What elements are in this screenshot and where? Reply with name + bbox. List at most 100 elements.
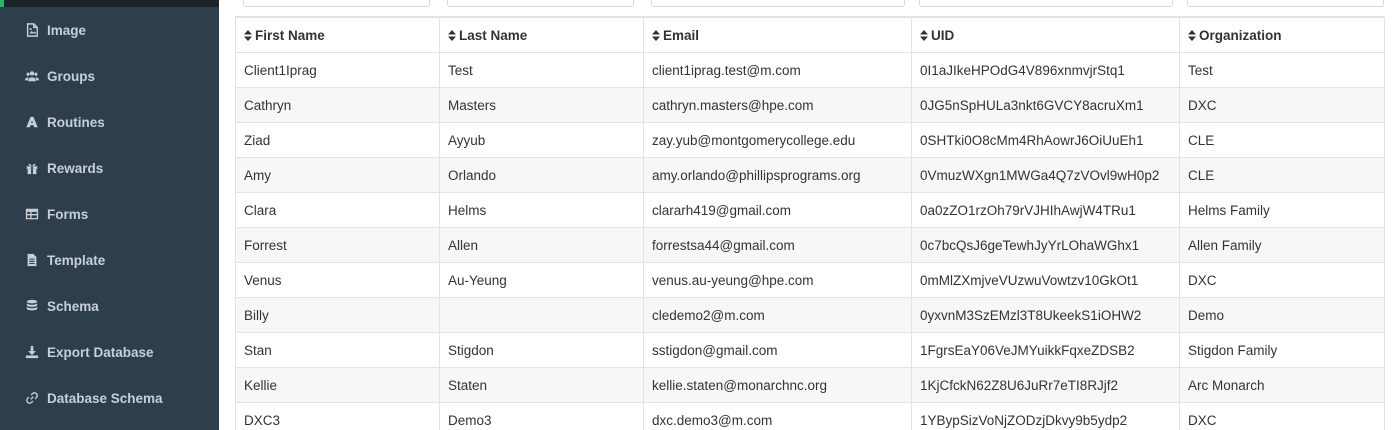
sidebar-top-bar (0, 0, 219, 7)
table-icon (24, 206, 40, 222)
cell-organization: DXC (1179, 87, 1385, 123)
filter-input-last-name[interactable] (447, 0, 634, 7)
sidebar-item-schema[interactable]: Schema (0, 283, 219, 329)
column-header-first-name[interactable]: First Name (235, 17, 440, 53)
cell-last-name: Au-Yeung (439, 262, 644, 298)
table-row[interactable]: DXC3 Demo3 dxc.demo3@m.com 1YBypSizVoNjZODz… (235, 402, 1385, 430)
table-row[interactable]: Forrest Allen forrestsa44@gmail.com 0c7bcQs… (235, 227, 1385, 263)
gift-icon (24, 160, 40, 176)
sidebar-item-template[interactable]: Template (0, 237, 219, 283)
table-row[interactable]: Ziad Ayyub zay.yub@montgomerycollege.edu 0S… (235, 122, 1385, 158)
column-header-organization[interactable]: Organization (1179, 17, 1385, 53)
sort-icon (448, 30, 456, 42)
cell-uid: 0SHTki0O8cMm4RhAowrJ6OiUuEh1 (911, 122, 1180, 158)
cell-last-name (439, 297, 644, 333)
cell-organization: CLE (1179, 122, 1385, 158)
cell-organization: Arc Monarch (1179, 367, 1385, 403)
cell-email: amy.orlando@phillipsprograms.org (643, 157, 912, 193)
cell-first-name: Cathryn (235, 87, 440, 123)
sidebar-item-forms[interactable]: Forms (0, 191, 219, 237)
main-content: First Name Last Name Email UID Organizat… (219, 0, 1397, 430)
sidebar: Image Groups Routines Rewards Forms Temp… (0, 0, 219, 430)
cell-email: forrestsa44@gmail.com (643, 227, 912, 263)
table-row[interactable]: Billy cledemo2@m.com 0yxvnM3SzEMzl3T8Ukeek… (235, 297, 1385, 333)
table-row[interactable]: Kellie Staten kellie.staten@monarchnc.org 1… (235, 367, 1385, 403)
table-row[interactable]: Stan Stigdon sstigdon@gmail.com 1FgrsEaY06V… (235, 332, 1385, 368)
sidebar-item-export-database[interactable]: Export Database (0, 329, 219, 375)
sidebar-item-label: Forms (47, 206, 89, 222)
cell-first-name: Forrest (235, 227, 440, 263)
active-indicator (0, 0, 4, 7)
sidebar-item-label: Image (47, 22, 87, 38)
download-icon (24, 344, 40, 360)
column-header-uid[interactable]: UID (911, 17, 1180, 53)
cell-organization: Demo (1179, 297, 1385, 333)
cell-last-name: Orlando (439, 157, 644, 193)
sort-icon (1188, 30, 1196, 42)
table-row[interactable]: Cathryn Masters cathryn.masters@hpe.com 0JG… (235, 87, 1385, 123)
cell-organization: DXC (1179, 262, 1385, 298)
cell-uid: 1FgrsEaY06VeJMYuikkFqxeZDSB2 (911, 332, 1180, 368)
cell-uid: 0JG5nSpHULa3nkt6GVCY8acruXm1 (911, 87, 1180, 123)
cell-first-name: Kellie (235, 367, 440, 403)
routines-icon (24, 114, 40, 130)
cell-uid: 0yxvnM3SzEMzl3T8UkeekS1iOHW2 (911, 297, 1180, 333)
cell-email: zay.yub@montgomerycollege.edu (643, 122, 912, 158)
sidebar-item-groups[interactable]: Groups (0, 53, 219, 99)
cell-first-name: Stan (235, 332, 440, 368)
cell-organization: Helms Family (1179, 192, 1385, 228)
file-icon (24, 252, 40, 268)
filter-input-organization[interactable] (1187, 0, 1384, 7)
cell-organization: Test (1179, 52, 1385, 88)
sidebar-item-image[interactable]: Image (0, 7, 219, 53)
cell-organization: Stigdon Family (1179, 332, 1385, 368)
column-header-email[interactable]: Email (643, 17, 912, 53)
sidebar-item-label: Template (47, 252, 106, 268)
sidebar-item-label: Rewards (47, 160, 104, 176)
column-header-last-name[interactable]: Last Name (439, 17, 644, 53)
cell-email: cledemo2@m.com (643, 297, 912, 333)
cell-email: cathryn.masters@hpe.com (643, 87, 912, 123)
sidebar-item-database-schema[interactable]: Database Schema (0, 375, 219, 421)
cell-uid: 0I1aJIkeHPOdG4V896xnmvjrStq1 (911, 52, 1180, 88)
link-icon (24, 390, 40, 406)
column-filter-row (235, 0, 1384, 17)
cell-uid: 0c7bcQsJ6geTewhJyYrLOhaWGhx1 (911, 227, 1180, 263)
sort-icon (244, 30, 252, 42)
cell-uid: 0a0zZO1rzOh79rVJHIhAwjW4TRu1 (911, 192, 1180, 228)
sidebar-item-label: Schema (47, 298, 99, 314)
cell-email: dxc.demo3@m.com (643, 402, 912, 430)
table-row[interactable]: Amy Orlando amy.orlando@phillipsprograms.o… (235, 157, 1385, 193)
cell-organization: CLE (1179, 157, 1385, 193)
database-icon (24, 298, 40, 314)
cell-first-name: Client1Iprag (235, 52, 440, 88)
sidebar-item-rewards[interactable]: Rewards (0, 145, 219, 191)
table-body: Client1Iprag Test client1iprag.test@m.com 0… (235, 52, 1385, 430)
filter-input-first-name[interactable] (243, 0, 430, 7)
sidebar-item-routines[interactable]: Routines (0, 99, 219, 145)
filter-input-email[interactable] (651, 0, 905, 7)
cell-last-name: Stigdon (439, 332, 644, 368)
table-row[interactable]: Client1Iprag Test client1iprag.test@m.com 0… (235, 52, 1385, 88)
cell-uid: 0VmuzWXgn1MWGa4Q7zVOvl9wH0p2 (911, 157, 1180, 193)
cell-first-name: Venus (235, 262, 440, 298)
sort-icon (652, 30, 660, 42)
cell-organization: DXC (1179, 402, 1385, 430)
groups-icon (24, 68, 40, 84)
cell-first-name: Amy (235, 157, 440, 193)
table-row[interactable]: Clara Helms clararh419@gmail.com 0a0zZO1rzO… (235, 192, 1385, 228)
cell-uid: 1YBypSizVoNjZODzjDkvy9b5ydp2 (911, 402, 1180, 430)
table-header-row: First Name Last Name Email UID Organizat… (235, 17, 1385, 53)
cell-email: kellie.staten@monarchnc.org (643, 367, 912, 403)
cell-email: clararh419@gmail.com (643, 192, 912, 228)
cell-last-name: Helms (439, 192, 644, 228)
cell-email: client1iprag.test@m.com (643, 52, 912, 88)
cell-last-name: Test (439, 52, 644, 88)
filter-input-uid[interactable] (919, 0, 1173, 7)
cell-last-name: Ayyub (439, 122, 644, 158)
cell-last-name: Masters (439, 87, 644, 123)
users-table: First Name Last Name Email UID Organizat… (235, 17, 1385, 430)
cell-last-name: Demo3 (439, 402, 644, 430)
cell-first-name: Clara (235, 192, 440, 228)
table-row[interactable]: Venus Au-Yeung venus.au-yeung@hpe.com 0mMlZ… (235, 262, 1385, 298)
